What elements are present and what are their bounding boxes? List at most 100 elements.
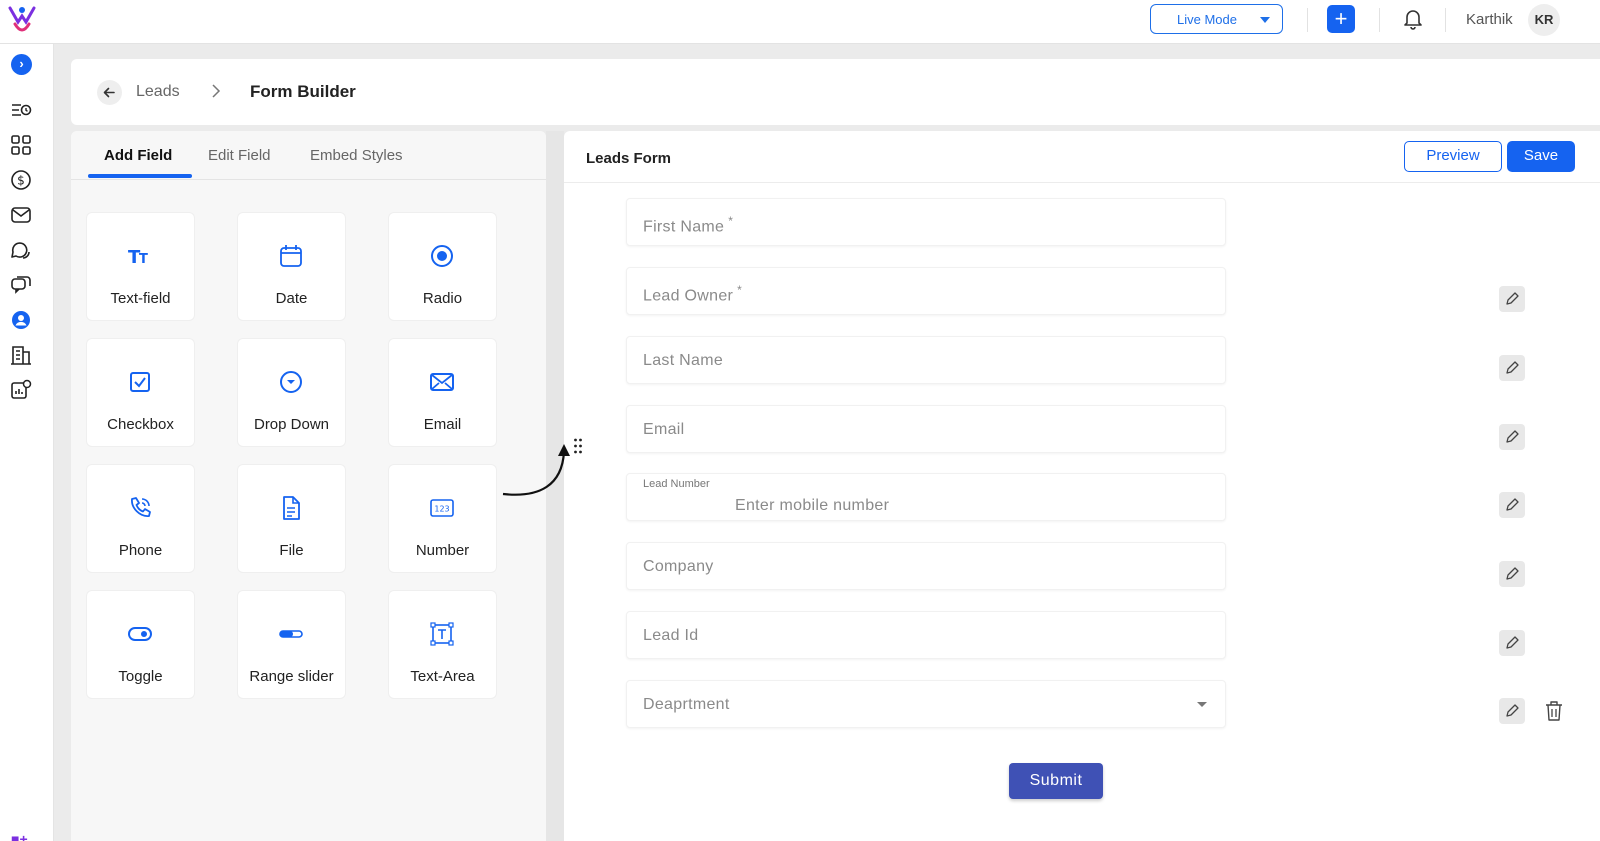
form-canvas-panel: Leads Form Preview Save First Name * Lead… [564,131,1600,841]
drag-handle-icon[interactable] [573,437,583,455]
range-slider-icon [279,630,303,638]
field-tile-label: Range slider [249,668,334,685]
edit-field-button[interactable] [1499,424,1525,450]
contacts-icon[interactable] [9,308,33,332]
save-button[interactable]: Save [1507,141,1575,172]
menu-clock-icon[interactable] [9,98,33,122]
field-tile-drop-down[interactable]: Drop Down [238,339,345,446]
submit-button[interactable]: Submit [1009,763,1103,799]
trash-icon[interactable] [1542,698,1566,724]
form-header: Leads Form Preview Save [564,131,1600,183]
dollar-icon[interactable]: $ [9,168,33,192]
message-icon[interactable] [9,273,33,297]
form-field-lead-owner[interactable]: Lead Owner * [626,267,1226,315]
radio-icon [431,245,453,267]
field-tile-date[interactable]: Date [238,213,345,320]
building-icon[interactable] [9,343,33,367]
mail-icon[interactable] [9,203,33,227]
field-palette-panel: Add Field Edit Field Embed Styles TT Tex… [71,131,546,841]
field-placeholder: First Name * [643,214,734,236]
svg-text:123: 123 [434,505,449,514]
pencil-icon [1506,636,1519,649]
chevron-right-icon [212,84,221,98]
divider [1445,8,1446,32]
form-field-lead-id[interactable]: Lead Id [626,611,1226,659]
field-tile-toggle[interactable]: Toggle [87,591,194,698]
checkbox-icon [130,372,150,392]
field-tile-label: Phone [118,542,163,559]
pencil-icon [1506,361,1519,374]
tab-edit-field[interactable]: Edit Field [208,147,271,164]
arrow-left-icon [103,87,115,98]
tab-embed-styles[interactable]: Embed Styles [310,147,403,164]
edit-field-button[interactable] [1499,286,1525,312]
field-tile-label: Date [275,290,308,307]
user-name[interactable]: Karthik [1466,11,1513,28]
breadcrumb: Leads Form Builder [71,59,1600,125]
bell-icon[interactable] [1400,6,1426,32]
breadcrumb-leads-link[interactable]: Leads [136,83,180,101]
sidebar: › $ ■+ [0,44,54,841]
edit-field-button[interactable] [1499,698,1525,724]
form-field-company[interactable]: Company [626,542,1226,590]
add-new-button[interactable]: + [1327,5,1355,33]
sidebar-bottom-add[interactable]: ■+ [11,831,28,841]
app-logo-icon[interactable] [6,4,38,36]
tab-add-field[interactable]: Add Field [104,147,172,164]
dropdown-icon [280,371,302,393]
file-icon [283,496,300,520]
field-tile-label: Email [423,416,462,433]
edit-field-button[interactable] [1499,355,1525,381]
dashboard-icon[interactable] [9,133,33,157]
form-field-first-name[interactable]: First Name * [626,198,1226,246]
analytics-settings-icon[interactable] [9,378,33,402]
field-tile-file[interactable]: File [238,465,345,572]
field-tile-label: Radio [422,290,463,307]
preview-button[interactable]: Preview [1404,141,1502,172]
edit-field-button[interactable] [1499,492,1525,518]
field-tile-label: Checkbox [107,416,174,433]
field-tile-label: File [279,542,304,559]
email-icon [430,373,454,391]
toggle-icon [128,627,152,641]
live-mode-label: Live Mode [1177,11,1237,27]
svg-text:$: $ [17,174,25,188]
pencil-icon [1506,704,1519,717]
back-button[interactable] [97,80,122,105]
phone-icon [131,497,151,517]
form-field-email[interactable]: Email [626,405,1226,453]
divider [1307,8,1308,32]
chevron-down-icon [1197,702,1207,707]
pencil-icon [1506,430,1519,443]
field-placeholder: Enter mobile number [735,497,890,514]
field-placeholder: Lead Owner * [643,283,743,305]
text-field-icon: TT [128,247,148,268]
sidebar-expand-button[interactable]: › [11,54,32,75]
chat-icon[interactable] [9,238,33,262]
field-label: Lead Number [643,478,710,490]
form-field-last-name[interactable]: Last Name [626,336,1226,384]
chevron-down-icon [1260,17,1270,23]
field-tile-radio[interactable]: Radio [389,213,496,320]
tab-bar: Add Field Edit Field Embed Styles [71,131,546,180]
field-tile-label: Drop Down [253,416,330,433]
field-tile-checkbox[interactable]: Checkbox [87,339,194,446]
field-tile-text-area[interactable]: Text-Area [389,591,496,698]
field-tile-phone[interactable]: Phone [87,465,194,572]
field-placeholder: Company [643,558,714,575]
form-field-lead-number[interactable]: Lead Number Enter mobile number [626,473,1226,521]
pencil-icon [1506,567,1519,580]
edit-field-button[interactable] [1499,630,1525,656]
field-tile-email[interactable]: Email [389,339,496,446]
live-mode-dropdown[interactable]: Live Mode [1150,4,1283,34]
number-icon: 123 [430,499,454,517]
field-placeholder: Last Name [643,352,724,369]
field-tile-range-slider[interactable]: Range slider [238,591,345,698]
field-tile-number[interactable]: 123 Number [389,465,496,572]
field-tile-text-field[interactable]: TT Text-field [87,213,194,320]
form-field-department[interactable]: Deaprtment [626,680,1226,728]
field-tile-label: Text-field [110,290,171,307]
avatar[interactable]: KR [1528,4,1560,36]
edit-field-button[interactable] [1499,561,1525,587]
divider [1379,8,1380,32]
